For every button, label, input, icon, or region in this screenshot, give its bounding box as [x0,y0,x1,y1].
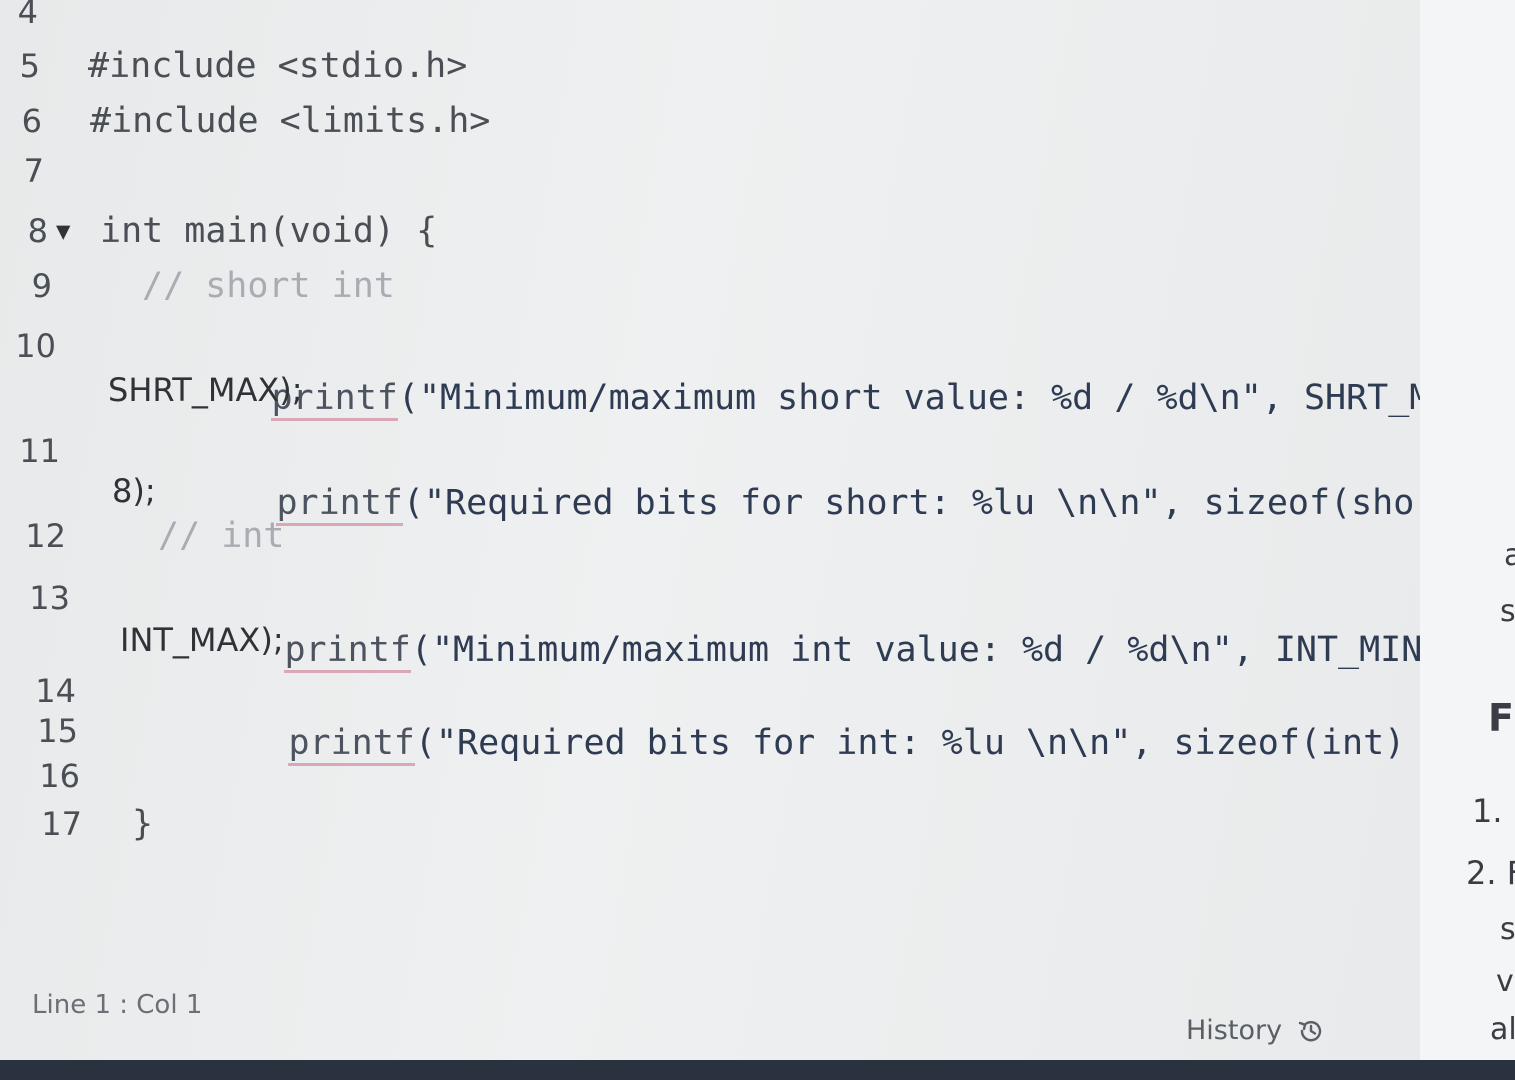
fold-toggle-icon[interactable]: ▼ [56,205,70,257]
line-number: 13 [29,579,70,617]
history-label: History [1186,1015,1283,1046]
line-number: 10 [15,327,56,365]
panel-text-fragment: s [1500,912,1515,947]
code-line-4[interactable]: 4 [0,0,1420,38]
code-line-8[interactable]: 8 ▼ int main(void) { [0,205,1420,257]
code-line-9[interactable]: 9 // short int [0,260,1420,312]
code-line-17[interactable]: 17 } [0,798,1420,850]
panel-text-fragment: a [1504,538,1515,573]
panel-text-fragment: s [1500,594,1515,629]
code-line-5[interactable]: 5 #include <stdio.h> [0,40,1420,92]
panel-text-fragment: al [1490,1012,1515,1047]
panel-list-item: 2. F [1466,854,1515,892]
history-icon [1298,1020,1322,1041]
code-text: } [132,804,154,844]
line-number: 5 [19,47,40,85]
panel-text-fragment: v [1496,964,1514,999]
line-number: 11 [19,432,60,470]
code-line-7[interactable]: 7 [0,145,1420,197]
code-line-12[interactable]: 12 // int [0,510,1420,562]
code-line-11[interactable]: 11 printf("Required bits for short: %lu … [0,425,1515,526]
wrapped-continuation: INT_MAX); [120,621,284,659]
code-text: #include <stdio.h> [88,46,468,86]
panel-heading-fragment: F [1488,696,1514,740]
code-comment: // int [158,516,285,556]
line-number: 7 [23,152,44,190]
line-number: 17 [41,805,82,843]
code-line-6[interactable]: 6 #include <limits.h> [0,95,1420,147]
history-button[interactable]: History [1186,1015,1326,1046]
instructions-panel: a s F 1. 2. F s v al [1420,0,1515,1060]
line-number: 16 [39,757,80,795]
code-text: #include <limits.h> [90,101,491,141]
code-editor[interactable]: 4 5 #include <stdio.h> 6 #include <limit… [0,0,1515,1060]
code-text: ("Minimum/maximum short value: %d / %d\n… [397,378,1494,418]
code-text: ("Minimum/maximum int value: %d / %d\n",… [410,630,1444,670]
line-number: 9 [31,267,52,305]
wrapped-continuation: SHRT_MAX); [108,371,303,409]
line-number: 6 [21,102,42,140]
cursor-position-status: Line 1 : Col 1 [32,990,203,1020]
line-number: 4 [17,0,38,31]
code-text: int main(void) { [100,211,438,251]
code-line-16[interactable]: 16 [0,750,1420,802]
panel-list-item: 1. [1472,792,1503,830]
code-comment: // short int [142,266,395,306]
taskbar [0,1060,1515,1080]
line-number: 8 [27,212,48,250]
line-number: 12 [25,517,66,555]
